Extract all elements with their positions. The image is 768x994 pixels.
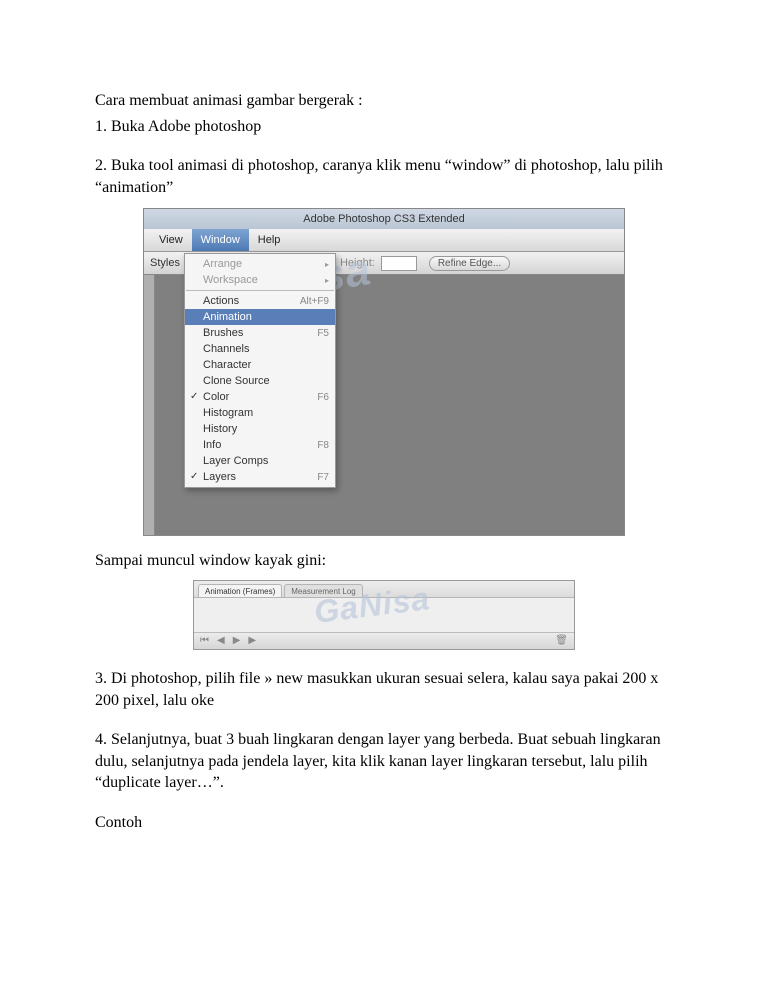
menu-view[interactable]: View (150, 229, 192, 251)
menu-item-layer-comps[interactable]: Layer Comps (185, 453, 335, 469)
menu-item-channels[interactable]: Channels (185, 341, 335, 357)
paragraph-step4: 4. Selanjutnya, buat 3 buah lingkaran de… (95, 729, 673, 794)
menu-item-actions[interactable]: ActionsAlt+F9 (185, 293, 335, 309)
check-icon: ✓ (190, 471, 198, 482)
menu-item-histogram[interactable]: Histogram (185, 405, 335, 421)
menu-item-workspace[interactable]: Workspace▸ (185, 272, 335, 288)
window-dropdown-menu: Arrange▸ Workspace▸ ActionsAlt+F9 Animat… (184, 253, 336, 488)
screenshot-photoshop-menu: Adobe Photoshop CS3 Extended View Window… (143, 208, 625, 536)
submenu-arrow-icon: ▸ (325, 276, 329, 285)
panel-tabs: Animation (Frames) Measurement Log (194, 581, 574, 598)
screenshot-animation-panel: Animation (Frames) Measurement Log GaNis… (193, 580, 575, 650)
menu-item-color[interactable]: ✓ ColorF6 (185, 389, 335, 405)
menu-item-clone-source[interactable]: Clone Source (185, 373, 335, 389)
document-page: Cara membuat animasi gambar bergerak : 1… (0, 0, 768, 878)
menu-item-info[interactable]: InfoF8 (185, 437, 335, 453)
check-icon: ✓ (190, 391, 198, 402)
height-input[interactable] (381, 256, 417, 271)
menu-item-history[interactable]: History (185, 421, 335, 437)
menu-item-layers[interactable]: ✓ LayersF7 (185, 469, 335, 485)
tab-animation-frames[interactable]: Animation (Frames) (198, 584, 282, 597)
left-dock (144, 275, 155, 535)
panel-body (194, 598, 574, 632)
trash-icon[interactable]: 🗑 (555, 635, 568, 646)
menu-item-animation[interactable]: Animation (185, 309, 335, 325)
menu-separator (186, 290, 334, 291)
height-label: Height: (340, 257, 375, 269)
menu-item-character[interactable]: Character (185, 357, 335, 373)
prev-frame-icon[interactable]: ◀ (217, 635, 225, 646)
play-icon[interactable]: ▶ (233, 635, 241, 646)
paragraph-step1: 1. Buka Adobe photoshop (95, 116, 673, 138)
app-menubar: View Window Help (144, 229, 624, 252)
menu-window[interactable]: Window (192, 229, 249, 251)
rewind-icon[interactable]: ⏮ (200, 635, 209, 646)
menu-item-arrange[interactable]: Arrange▸ (185, 256, 335, 272)
paragraph-contoh: Contoh (95, 812, 673, 834)
panel-footer: ⏮ ◀ ▶ ▶ 🗑 (194, 632, 574, 649)
menu-help[interactable]: Help (249, 229, 290, 251)
paragraph-intro: Cara membuat animasi gambar bergerak : (95, 90, 673, 112)
styles-label: Styles (150, 257, 180, 269)
refine-edge-button[interactable]: Refine Edge... (429, 256, 510, 271)
next-frame-icon[interactable]: ▶ (248, 635, 256, 646)
paragraph-step3: 3. Di photoshop, pilih file » new masukk… (95, 668, 673, 711)
paragraph-step2: 2. Buka tool animasi di photoshop, caran… (95, 155, 673, 198)
window-titlebar: Adobe Photoshop CS3 Extended (144, 209, 624, 229)
submenu-arrow-icon: ▸ (325, 260, 329, 269)
paragraph-result: Sampai muncul window kayak gini: (95, 550, 673, 572)
tab-measurement-log[interactable]: Measurement Log (284, 584, 362, 597)
menu-item-brushes[interactable]: BrushesF5 (185, 325, 335, 341)
